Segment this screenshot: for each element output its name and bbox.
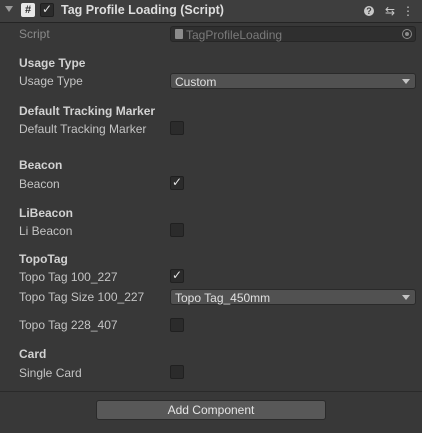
topo-tag-size-100-227-label: Topo Tag Size 100_227 <box>19 290 145 304</box>
topo-tag-size-value: Topo Tag_450mm <box>175 291 271 305</box>
single-card-label: Single Card <box>19 366 82 380</box>
topo-tag-228-407-checkbox[interactable] <box>170 318 184 332</box>
usage-type-value: Custom <box>175 75 217 89</box>
component-header: # ✓ Tag Profile Loading (Script) ? ⇆ ⋮ <box>0 0 422 23</box>
script-value: TagProfileLoading <box>186 28 283 42</box>
component-enabled-checkbox[interactable]: ✓ <box>40 2 54 17</box>
libeacon-header: LiBeacon <box>19 206 74 220</box>
inspector-footer: Add Component <box>0 391 422 433</box>
usage-type-label: Usage Type <box>19 74 83 88</box>
beacon-header: Beacon <box>19 158 63 172</box>
li-beacon-label: Li Beacon <box>19 224 73 238</box>
topotag-header: TopoTag <box>19 252 68 266</box>
li-beacon-checkbox[interactable] <box>170 223 184 237</box>
usage-type-header: Usage Type <box>19 56 86 70</box>
chevron-down-icon <box>402 79 410 84</box>
topo-tag-100-227-label: Topo Tag 100_227 <box>19 270 118 284</box>
usage-type-dropdown[interactable]: Custom <box>170 73 416 89</box>
single-card-checkbox[interactable] <box>170 365 184 379</box>
topo-tag-size-dropdown[interactable]: Topo Tag_450mm <box>170 289 416 305</box>
foldout-arrow-icon[interactable] <box>5 6 13 12</box>
component-title: Tag Profile Loading (Script) <box>61 3 224 17</box>
beacon-checkbox[interactable]: ✓ <box>170 175 184 190</box>
default-tracking-marker-checkbox[interactable] <box>170 121 184 135</box>
default-tracking-marker-header: Default Tracking Marker <box>19 104 156 118</box>
default-tracking-marker-label: Default Tracking Marker <box>19 122 147 136</box>
script-object-field[interactable]: TagProfileLoading <box>170 26 416 42</box>
topo-tag-100-227-checkbox[interactable]: ✓ <box>170 268 184 283</box>
checkmark-icon: ✓ <box>41 2 53 16</box>
chevron-down-icon <box>402 295 410 300</box>
add-component-button[interactable]: Add Component <box>96 400 326 420</box>
context-menu-icon[interactable]: ⋮ <box>400 2 416 20</box>
checkmark-icon: ✓ <box>171 175 183 189</box>
checkmark-icon: ✓ <box>171 268 183 282</box>
presets-icon[interactable]: ⇆ <box>382 2 398 20</box>
object-picker-icon[interactable] <box>402 29 412 39</box>
topo-tag-228-407-label: Topo Tag 228_407 <box>19 318 118 332</box>
script-label: Script <box>19 27 50 41</box>
script-icon: # <box>21 3 35 17</box>
beacon-label: Beacon <box>19 177 60 191</box>
card-header: Card <box>19 347 47 361</box>
script-file-icon <box>175 29 183 39</box>
help-icon[interactable]: ? <box>364 6 374 16</box>
